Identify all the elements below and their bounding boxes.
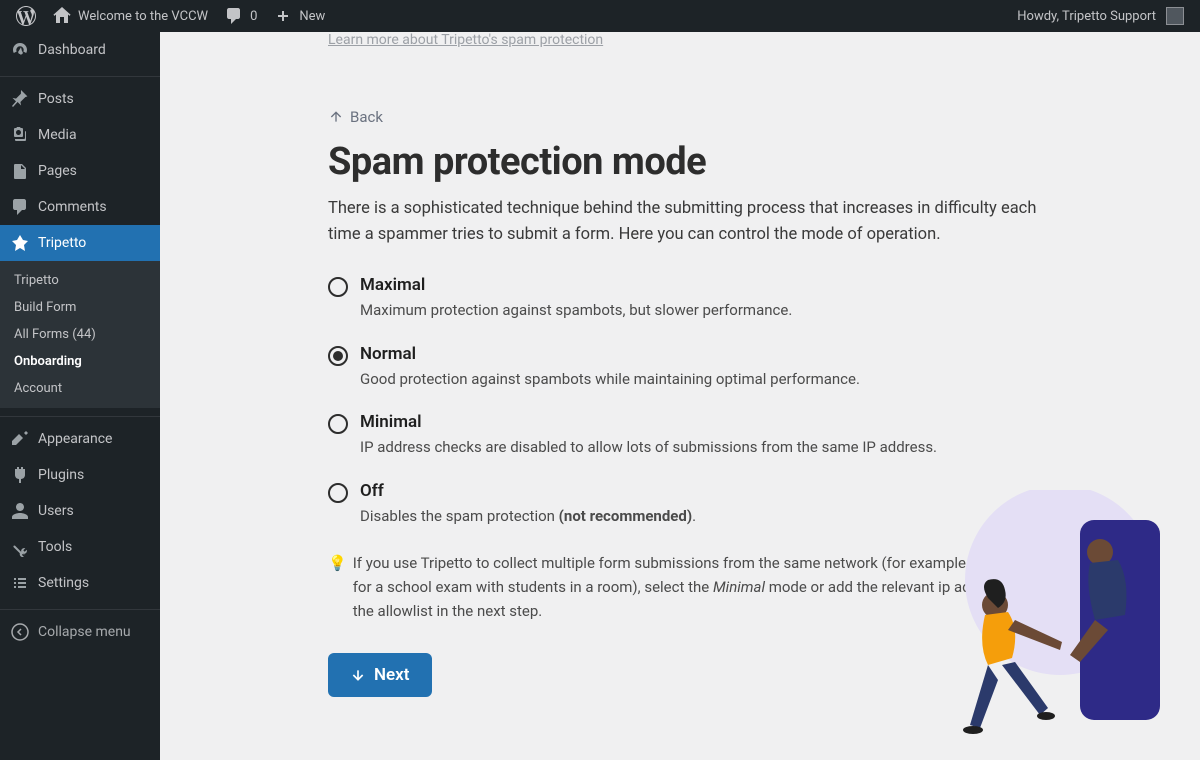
- radio-indicator: [328, 346, 348, 366]
- submenu-onboarding[interactable]: Onboarding: [0, 348, 160, 375]
- sidebar-label: Plugins: [38, 467, 84, 483]
- sidebar-label: Pages: [38, 163, 77, 179]
- option-title: Maximal: [360, 275, 1048, 295]
- sidebar-label: Tripetto: [38, 235, 86, 251]
- option-title: Normal: [360, 344, 1048, 364]
- tip-note: 💡 If you use Tripetto to collect multipl…: [328, 551, 1048, 623]
- sidebar-item-comments[interactable]: Comments: [0, 189, 160, 225]
- page-description: There is a sophisticated technique behin…: [328, 196, 1048, 247]
- admin-sidebar: Dashboard Posts Media Pages Comments Tri…: [0, 32, 160, 760]
- content-area: Learn more about Tripetto's spam protect…: [160, 32, 1200, 760]
- arrow-up-icon: [328, 109, 344, 125]
- lightbulb-icon: 💡: [328, 551, 347, 623]
- back-label: Back: [350, 108, 383, 126]
- arrow-down-icon: [350, 667, 366, 683]
- plugins-icon: [10, 465, 30, 485]
- submenu-tripetto[interactable]: Tripetto: [0, 267, 160, 294]
- dashboard-icon: [10, 40, 30, 60]
- sidebar-label: Media: [38, 127, 77, 143]
- option-minimal[interactable]: Minimal IP address checks are disabled t…: [328, 412, 1048, 459]
- howdy-account[interactable]: Howdy, Tripetto Support: [1009, 0, 1192, 32]
- tripetto-icon: [10, 233, 30, 253]
- learn-more-link[interactable]: Learn more about Tripetto's spam protect…: [328, 32, 1048, 48]
- option-title: Off: [360, 481, 1048, 501]
- wordpress-icon: [16, 6, 36, 26]
- submenu-account[interactable]: Account: [0, 375, 160, 402]
- sidebar-item-posts[interactable]: Posts: [0, 81, 160, 117]
- sidebar-item-pages[interactable]: Pages: [0, 153, 160, 189]
- collapse-menu[interactable]: Collapse menu: [0, 614, 160, 650]
- option-title: Minimal: [360, 412, 1048, 432]
- spam-mode-options: Maximal Maximum protection against spamb…: [328, 275, 1048, 527]
- sidebar-item-appearance[interactable]: Appearance: [0, 421, 160, 457]
- sidebar-item-plugins[interactable]: Plugins: [0, 457, 160, 493]
- option-desc: Maximum protection against spambots, but…: [360, 299, 1048, 322]
- submenu-build-form[interactable]: Build Form: [0, 294, 160, 321]
- sidebar-item-media[interactable]: Media: [0, 117, 160, 153]
- sidebar-label: Users: [38, 503, 74, 519]
- new-label: New: [299, 9, 325, 24]
- avatar: [1166, 7, 1184, 25]
- radio-indicator: [328, 414, 348, 434]
- wp-logo[interactable]: [8, 0, 44, 32]
- settings-icon: [10, 573, 30, 593]
- next-label: Next: [374, 665, 410, 685]
- howdy-text: Howdy, Tripetto Support: [1017, 9, 1156, 24]
- back-link[interactable]: Back: [328, 108, 1048, 126]
- sidebar-label: Tools: [38, 539, 72, 555]
- comment-icon: [224, 6, 244, 26]
- next-button[interactable]: Next: [328, 653, 432, 697]
- pin-icon: [10, 89, 30, 109]
- radio-indicator: [328, 277, 348, 297]
- comments-count: 0: [250, 9, 257, 24]
- sidebar-item-tools[interactable]: Tools: [0, 529, 160, 565]
- appearance-icon: [10, 429, 30, 449]
- collapse-label: Collapse menu: [38, 624, 131, 640]
- sidebar-label: Appearance: [38, 431, 112, 447]
- page-title: Spam protection mode: [328, 140, 1048, 184]
- option-desc: Good protection against spambots while m…: [360, 368, 1048, 391]
- admin-toolbar: Welcome to the VCCW 0 New Howdy, Tripett…: [0, 0, 1200, 32]
- sidebar-label: Comments: [38, 199, 107, 215]
- sidebar-label: Settings: [38, 575, 89, 591]
- option-desc: Disables the spam protection (not recomm…: [360, 505, 1048, 528]
- pages-icon: [10, 161, 30, 181]
- radio-indicator: [328, 483, 348, 503]
- collapse-icon: [10, 622, 30, 642]
- sidebar-item-settings[interactable]: Settings: [0, 565, 160, 601]
- media-icon: [10, 125, 30, 145]
- plus-icon: [273, 6, 293, 26]
- comments-icon: [10, 197, 30, 217]
- option-maximal[interactable]: Maximal Maximum protection against spamb…: [328, 275, 1048, 322]
- site-link[interactable]: Welcome to the VCCW: [44, 0, 216, 32]
- users-icon: [10, 501, 30, 521]
- option-desc: IP address checks are disabled to allow …: [360, 436, 1048, 459]
- home-icon: [52, 6, 72, 26]
- option-off[interactable]: Off Disables the spam protection (not re…: [328, 481, 1048, 528]
- sidebar-submenu: Tripetto Build Form All Forms (44) Onboa…: [0, 261, 160, 408]
- toolbar-comments[interactable]: 0: [216, 0, 265, 32]
- option-normal[interactable]: Normal Good protection against spambots …: [328, 344, 1048, 391]
- sidebar-label: Posts: [38, 91, 74, 107]
- site-title: Welcome to the VCCW: [78, 9, 208, 24]
- sidebar-item-dashboard[interactable]: Dashboard: [0, 32, 160, 68]
- sidebar-label: Dashboard: [38, 42, 106, 58]
- sidebar-item-users[interactable]: Users: [0, 493, 160, 529]
- tools-icon: [10, 537, 30, 557]
- toolbar-new[interactable]: New: [265, 0, 333, 32]
- sidebar-item-tripetto[interactable]: Tripetto: [0, 225, 160, 261]
- submenu-all-forms[interactable]: All Forms (44): [0, 321, 160, 348]
